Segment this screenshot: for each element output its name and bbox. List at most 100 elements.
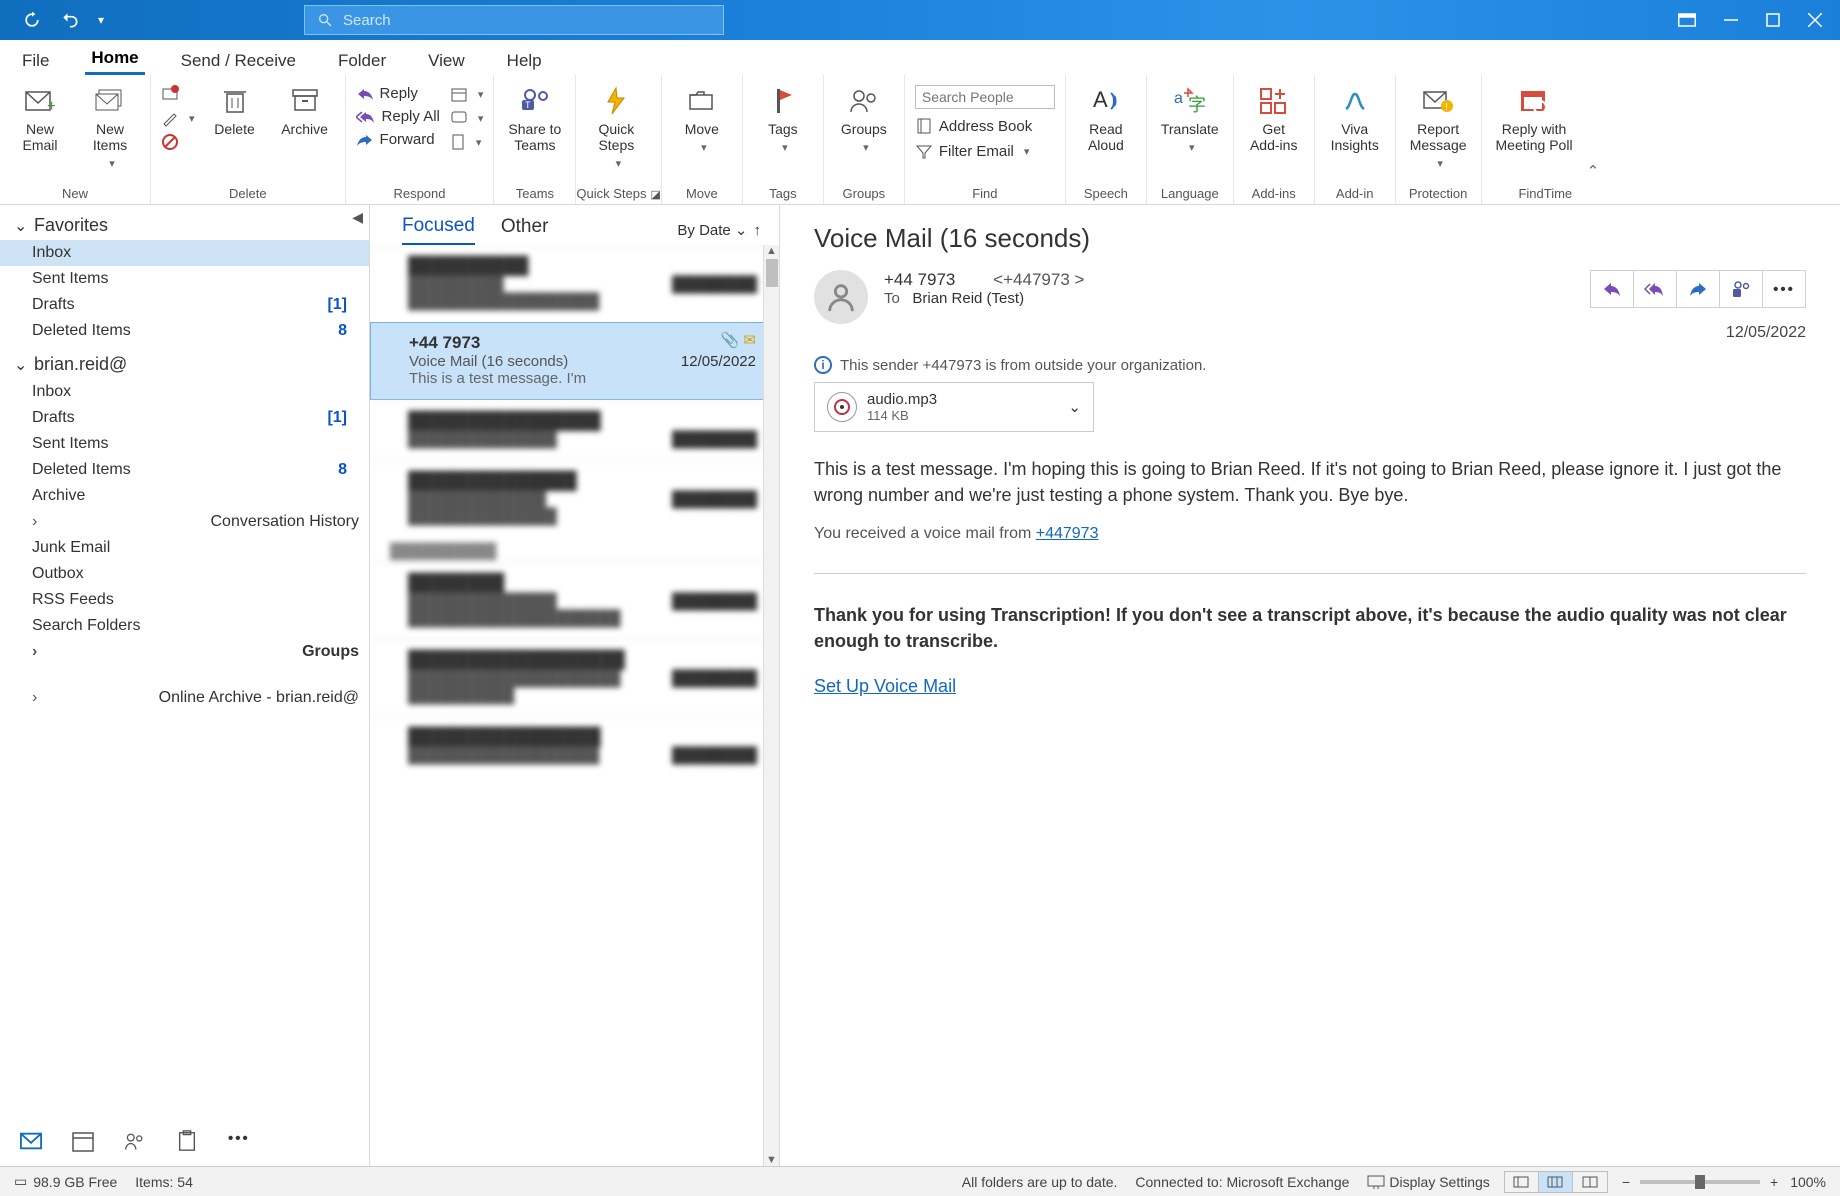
meeting-poll-button[interactable]: Reply withMeeting Poll	[1492, 81, 1577, 157]
filter-email-button[interactable]: Filter Email	[915, 143, 1055, 160]
report-message-button[interactable]: ! ReportMessage	[1406, 81, 1471, 174]
refresh-icon[interactable]	[22, 10, 42, 30]
list-item[interactable]: ████████████████████████████████████████…	[370, 460, 779, 537]
list-item[interactable]: ██████████████████████████████████████	[370, 400, 779, 460]
folder-inbox-fav[interactable]: Inbox	[0, 240, 369, 266]
minimize-icon[interactable]	[1724, 13, 1738, 27]
zoom-in-button[interactable]: +	[1770, 1174, 1778, 1190]
collapse-ribbon-icon[interactable]: ⌃	[1587, 162, 1600, 180]
sort-button[interactable]: By Date ⌄	[677, 221, 747, 239]
delete-button[interactable]: Delete	[205, 81, 265, 141]
reply-action[interactable]	[1590, 270, 1634, 308]
tab-file[interactable]: File	[16, 45, 55, 75]
archive-button[interactable]: Archive	[275, 81, 335, 141]
maximize-icon[interactable]	[1766, 13, 1780, 27]
read-aloud-button[interactable]: A ReadAloud	[1076, 81, 1136, 157]
folder-deleted[interactable]: Deleted Items8	[0, 457, 369, 483]
tab-home[interactable]: Home	[85, 42, 144, 75]
folder-drafts-fav[interactable]: Drafts[1]	[0, 292, 369, 318]
sort-direction-icon[interactable]: ↑	[754, 222, 762, 239]
more-respond-button[interactable]	[450, 133, 484, 151]
forward-button[interactable]: Forward	[356, 131, 440, 148]
teams-action[interactable]	[1719, 270, 1763, 308]
reply-all-button[interactable]: Reply All	[356, 108, 440, 125]
im-button[interactable]	[450, 109, 484, 127]
reply-icon	[356, 87, 374, 101]
ignore-button[interactable]	[161, 85, 195, 103]
folder-rss[interactable]: RSS Feeds	[0, 587, 369, 613]
folder-inbox[interactable]: Inbox	[0, 379, 369, 405]
zoom-slider[interactable]	[1640, 1180, 1760, 1184]
nav-tasks-icon[interactable]	[176, 1130, 198, 1152]
meeting-button[interactable]	[450, 85, 484, 103]
tab-focused[interactable]: Focused	[402, 215, 475, 245]
get-addins-button[interactable]: GetAdd-ins	[1244, 81, 1304, 157]
junk-button[interactable]	[161, 133, 195, 151]
scrollbar[interactable]: ▲ ▼	[763, 245, 779, 1166]
view-reading-icon[interactable]	[1539, 1172, 1573, 1192]
list-item-selected[interactable]: 📎✉ +44 7973 Voice Mail (16 seconds) This…	[370, 322, 779, 400]
view-normal-icon[interactable]	[1505, 1172, 1539, 1192]
tab-help[interactable]: Help	[501, 45, 548, 75]
account-header[interactable]: brian.reid@	[0, 344, 369, 379]
folder-archive[interactable]: Archive	[0, 483, 369, 509]
online-archive-header[interactable]: Online Archive - brian.reid@	[0, 685, 369, 711]
search-box[interactable]	[304, 5, 724, 35]
viva-insights-button[interactable]: VivaInsights	[1325, 81, 1385, 157]
search-input[interactable]	[343, 12, 711, 29]
nav-mail-icon[interactable]	[20, 1130, 42, 1152]
chevron-down-icon[interactable]: ⌄	[1068, 398, 1081, 416]
display-settings-button[interactable]: Display Settings	[1367, 1174, 1489, 1190]
new-email-button[interactable]: + NewEmail	[10, 81, 70, 157]
new-items-button[interactable]: NewItems	[80, 81, 140, 174]
quick-steps-button[interactable]: QuickSteps	[586, 81, 646, 174]
list-item[interactable]: ████████████████████████████████████████…	[370, 245, 779, 322]
groups-header[interactable]: Groups	[0, 639, 369, 665]
folder-sent-fav[interactable]: Sent Items	[0, 266, 369, 292]
nav-more-icon[interactable]: •••	[228, 1130, 250, 1152]
zoom-out-button[interactable]: −	[1622, 1174, 1630, 1190]
folder-outbox[interactable]: Outbox	[0, 561, 369, 587]
nav-calendar-icon[interactable]	[72, 1130, 94, 1152]
folder-search[interactable]: Search Folders	[0, 613, 369, 639]
close-icon[interactable]	[1808, 13, 1822, 27]
search-people-input[interactable]	[915, 85, 1055, 109]
tab-folder[interactable]: Folder	[332, 45, 392, 75]
scrollbar-thumb[interactable]	[766, 259, 778, 287]
reply-all-action[interactable]	[1633, 270, 1677, 308]
book-icon	[915, 117, 933, 135]
attachment[interactable]: audio.mp3 114 KB ⌄	[814, 382, 1094, 432]
favorites-header[interactable]: Favorites	[0, 205, 369, 240]
address-book-button[interactable]: Address Book	[915, 117, 1055, 135]
groups-button[interactable]: Groups	[834, 81, 894, 158]
list-item[interactable]: ████████████████████████████████████████…	[370, 639, 779, 716]
teams-icon: T	[519, 85, 551, 117]
ribbon-display-icon[interactable]	[1678, 13, 1696, 27]
cleanup-button[interactable]	[161, 109, 195, 127]
folder-deleted-fav[interactable]: Deleted Items8	[0, 318, 369, 344]
more-actions[interactable]: •••	[1762, 270, 1806, 308]
folder-junk[interactable]: Junk Email	[0, 535, 369, 561]
tab-view[interactable]: View	[422, 45, 471, 75]
tags-button[interactable]: Tags	[753, 81, 813, 158]
tab-other[interactable]: Other	[501, 216, 549, 244]
view-book-icon[interactable]	[1573, 1172, 1607, 1192]
forward-action[interactable]	[1676, 270, 1720, 308]
qat-customize-icon[interactable]: ▾	[98, 13, 104, 27]
tab-send-receive[interactable]: Send / Receive	[175, 45, 302, 75]
collapse-folder-pane-icon[interactable]: ◀	[352, 209, 363, 226]
list-item[interactable]: ████████████████████████████████████████…	[370, 716, 779, 776]
setup-voicemail-link[interactable]: Set Up Voice Mail	[814, 676, 956, 696]
nav-people-icon[interactable]	[124, 1130, 146, 1152]
folder-conversation-history[interactable]: Conversation History	[0, 509, 369, 535]
dialog-launcher-icon[interactable]: ◪	[650, 189, 660, 201]
share-teams-button[interactable]: T Share toTeams	[504, 81, 565, 157]
move-button[interactable]: Move	[672, 81, 732, 158]
undo-icon[interactable]	[60, 10, 80, 30]
translate-button[interactable]: a字 Translate	[1157, 81, 1223, 158]
caller-link[interactable]: +447973	[1036, 525, 1099, 542]
folder-drafts[interactable]: Drafts[1]	[0, 405, 369, 431]
folder-sent[interactable]: Sent Items	[0, 431, 369, 457]
reply-button[interactable]: Reply	[356, 85, 440, 102]
list-item[interactable]: ████████████████████████████████████████…	[370, 562, 779, 639]
